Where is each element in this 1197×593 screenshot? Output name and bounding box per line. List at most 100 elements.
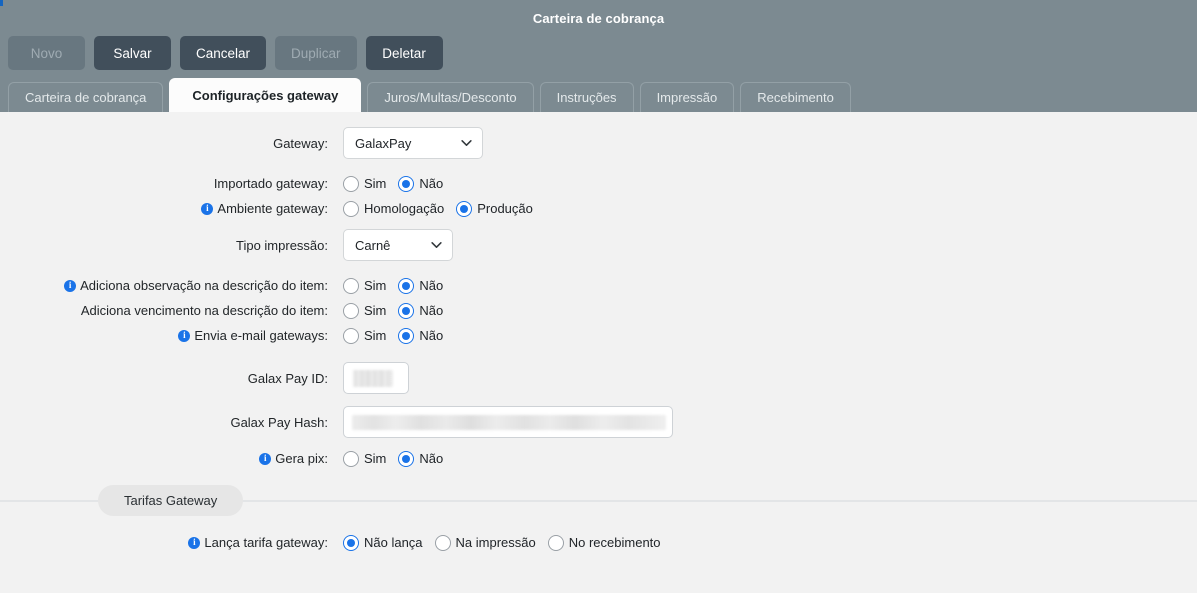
adiciona-observacao-option-nao[interactable]: Não xyxy=(398,277,444,294)
gateway-select[interactable]: GalaxPay xyxy=(343,127,483,159)
radio-indicator xyxy=(398,302,415,319)
row-importado-gateway: Importado gateway: Sim Não xyxy=(0,171,1197,196)
adiciona-vencimento-option-sim[interactable]: Sim xyxy=(343,302,386,319)
window-title: Carteira de cobrança xyxy=(532,11,665,26)
radio-label: Homologação xyxy=(364,201,445,216)
gateway-select-wrap: GalaxPay xyxy=(343,127,483,159)
gateway-field: GalaxPay xyxy=(343,127,483,159)
tipo-impressao-field: Carnê xyxy=(343,229,453,261)
tipo-impressao-label: Tipo impressão: xyxy=(0,238,343,253)
radio-label: Sim xyxy=(364,176,387,191)
tab-juros-multas-desconto[interactable]: Juros/Multas/Desconto xyxy=(367,82,534,112)
tab-instrucoes[interactable]: Instruções xyxy=(539,82,634,112)
adiciona-observacao-label-text: Adiciona observação na descrição do item… xyxy=(80,278,328,293)
tab-carteira-de-cobranca[interactable]: Carteira de cobrança xyxy=(8,82,164,112)
importado-gateway-radio-group: Sim Não xyxy=(343,175,444,192)
app-header: Carteira de cobrança Novo Salvar Cancela… xyxy=(0,0,1197,112)
radio-label: Na impressão xyxy=(455,535,536,550)
lanca-tarifa-gateway-label-text: Lança tarifa gateway: xyxy=(204,535,328,550)
gateway-label-text: Gateway: xyxy=(273,135,328,151)
tipo-impressao-label-text: Tipo impressão: xyxy=(236,237,328,253)
salvar-button[interactable]: Salvar xyxy=(94,36,171,70)
tab-label: Recebimento xyxy=(757,90,834,105)
radio-label: Não xyxy=(419,328,444,343)
galax-pay-hash-input[interactable] xyxy=(343,406,673,438)
tab-impressao[interactable]: Impressão xyxy=(639,82,735,112)
duplicar-button[interactable]: Duplicar xyxy=(275,36,357,70)
radio-indicator xyxy=(343,327,359,344)
tab-label: Impressão xyxy=(656,90,718,105)
envia-email-label: i Envia e-mail gateways: xyxy=(0,328,343,343)
gateway-settings-form: Gateway: GalaxPay Importado gateway: Sim xyxy=(0,112,1197,593)
tarifas-gateway-section-header: Tarifas Gateway xyxy=(0,485,1197,516)
importado-gateway-option-nao[interactable]: Não xyxy=(398,175,444,192)
gera-pix-radio-group: Sim Não xyxy=(343,450,444,467)
tab-configuracoes-gateway[interactable]: Configurações gateway xyxy=(169,78,362,112)
tab-label: Configurações gateway xyxy=(192,88,339,103)
radio-indicator xyxy=(398,175,415,192)
lanca-tarifa-option-na-impressao[interactable]: Na impressão xyxy=(434,534,536,551)
adiciona-observacao-label: i Adiciona observação na descrição do it… xyxy=(0,278,343,293)
corner-accent-marker xyxy=(0,0,3,6)
envia-email-radio-group: Sim Não xyxy=(343,327,444,344)
info-icon[interactable]: i xyxy=(259,452,272,465)
radio-indicator xyxy=(434,534,451,551)
row-adiciona-observacao: i Adiciona observação na descrição do it… xyxy=(0,273,1197,298)
ambiente-gateway-radio-group: Homologação Produção xyxy=(343,200,533,217)
radio-label: Não xyxy=(419,303,444,318)
radio-label: Não xyxy=(419,176,444,191)
ambiente-gateway-label: i Ambiente gateway: xyxy=(0,201,343,216)
radio-indicator xyxy=(456,200,473,217)
redacted-value xyxy=(353,369,393,387)
info-icon[interactable]: i xyxy=(178,329,191,342)
row-gateway: Gateway: GalaxPay xyxy=(0,127,1197,159)
ambiente-gateway-option-producao[interactable]: Produção xyxy=(456,200,533,217)
lanca-tarifa-option-nao-lanca[interactable]: Não lança xyxy=(343,534,423,551)
lanca-tarifa-radio-group: Não lança Na impressão No recebimento xyxy=(343,534,661,551)
row-ambiente-gateway: i Ambiente gateway: Homologação Produção xyxy=(0,196,1197,221)
row-tipo-impressao: Tipo impressão: Carnê xyxy=(0,229,1197,261)
novo-button[interactable]: Novo xyxy=(8,36,85,70)
tipo-impressao-select[interactable]: Carnê xyxy=(343,229,453,261)
gateway-label: Gateway: xyxy=(0,136,343,151)
radio-indicator xyxy=(398,450,415,467)
toolbar: Novo Salvar Cancelar Duplicar Deletar xyxy=(8,36,443,70)
galax-pay-id-field xyxy=(343,362,409,394)
row-adiciona-vencimento: Adiciona vencimento na descrição do item… xyxy=(0,298,1197,323)
gera-pix-label-text: Gera pix: xyxy=(275,451,328,466)
info-icon[interactable]: i xyxy=(64,279,77,292)
radio-indicator xyxy=(343,175,359,192)
radio-label: No recebimento xyxy=(568,535,661,550)
gera-pix-option-nao[interactable]: Não xyxy=(398,450,444,467)
envia-email-option-sim[interactable]: Sim xyxy=(343,327,386,344)
gera-pix-option-sim[interactable]: Sim xyxy=(343,450,386,467)
ambiente-gateway-option-homologacao[interactable]: Homologação xyxy=(343,200,445,217)
info-icon[interactable]: i xyxy=(188,536,201,549)
radio-indicator xyxy=(343,302,359,319)
info-icon[interactable]: i xyxy=(201,202,214,215)
importado-gateway-label-text: Importado gateway: xyxy=(213,176,328,191)
cancelar-button[interactable]: Cancelar xyxy=(180,36,267,70)
adiciona-vencimento-label: Adiciona vencimento na descrição do item… xyxy=(0,303,343,318)
importado-gateway-option-sim[interactable]: Sim xyxy=(343,175,387,192)
row-galax-pay-hash: Galax Pay Hash: xyxy=(0,406,1197,438)
radio-label: Não xyxy=(419,278,444,293)
lanca-tarifa-option-no-recebimento[interactable]: No recebimento xyxy=(547,534,661,551)
radio-indicator xyxy=(343,534,359,551)
adiciona-observacao-option-sim[interactable]: Sim xyxy=(343,277,386,294)
envia-email-label-text: Envia e-mail gateways: xyxy=(194,328,328,343)
tab-bar: Carteira de cobrança Configurações gatew… xyxy=(8,78,851,112)
galax-pay-hash-label: Galax Pay Hash: xyxy=(0,415,343,430)
envia-email-option-nao[interactable]: Não xyxy=(398,327,444,344)
adiciona-vencimento-option-nao[interactable]: Não xyxy=(398,302,444,319)
row-envia-email: i Envia e-mail gateways: Sim Não xyxy=(0,323,1197,348)
tab-recebimento[interactable]: Recebimento xyxy=(740,82,851,112)
tab-label: Instruções xyxy=(556,90,617,105)
tarifas-gateway-title: Tarifas Gateway xyxy=(98,485,244,516)
galax-pay-id-label: Galax Pay ID: xyxy=(0,371,343,386)
deletar-button[interactable]: Deletar xyxy=(365,36,443,70)
galax-pay-hash-field xyxy=(343,406,673,438)
row-lanca-tarifa-gateway: i Lança tarifa gateway: Não lança Na imp… xyxy=(0,530,1197,555)
radio-label: Não xyxy=(419,451,444,466)
galax-pay-id-input[interactable] xyxy=(343,362,409,394)
